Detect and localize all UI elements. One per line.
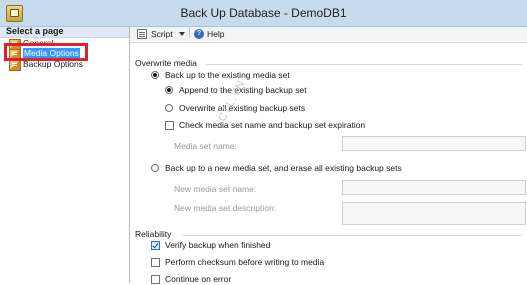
help-icon: ?	[194, 29, 204, 39]
checkbox-indicator	[165, 121, 174, 130]
new-media-set-description-field[interactable]	[342, 202, 526, 225]
new-media-set-name-label: New media set name:	[174, 184, 257, 194]
select-page-title: Select a page	[6, 26, 64, 36]
section-divider	[182, 235, 522, 236]
checkbox-indicator	[151, 241, 160, 250]
window-title: Back Up Database - DemoDB1	[180, 6, 347, 20]
radio-indicator	[151, 164, 159, 172]
backup-existing-label: Back up to the existing media set	[165, 70, 290, 80]
new-media-set-name-field[interactable]	[342, 180, 526, 195]
select-page-header: Select a page	[0, 26, 129, 38]
verify-label: Verify backup when finished	[165, 240, 271, 250]
page-icon	[9, 60, 21, 71]
media-set-name-label: Media set name:	[174, 141, 237, 151]
page-selector-pane: Select a page General Media Options Back…	[0, 26, 130, 283]
radio-indicator	[151, 71, 159, 79]
media-options-content: Overwrite media Back up to the existing …	[130, 42, 527, 284]
red-highlight-box	[4, 43, 88, 61]
check-media-label: Check media set name and backup set expi…	[179, 120, 366, 130]
checksum-label: Perform checksum before writing to media	[165, 257, 325, 267]
media-set-name-field[interactable]	[342, 136, 526, 151]
toolbar: Script ? Help	[130, 26, 527, 41]
new-media-set-description-label: New media set description:	[174, 203, 277, 213]
section-divider	[206, 64, 522, 65]
checkbox-indicator	[151, 258, 160, 267]
script-label: Script	[151, 29, 173, 39]
help-label: Help	[207, 29, 225, 39]
overwrite-label: Overwrite all existing backup sets	[179, 103, 306, 113]
chevron-down-icon[interactable]	[179, 32, 185, 36]
toolbar-divider	[189, 26, 190, 38]
title-bar: Back Up Database - DemoDB1	[0, 0, 527, 27]
backup-new-label: Back up to a new media set, and erase al…	[165, 163, 402, 173]
overwrite-media-heading: Overwrite media	[135, 58, 197, 68]
radio-indicator	[165, 86, 173, 94]
script-icon	[137, 29, 147, 39]
radio-indicator	[165, 104, 173, 112]
reliability-heading: Reliability	[135, 229, 172, 239]
